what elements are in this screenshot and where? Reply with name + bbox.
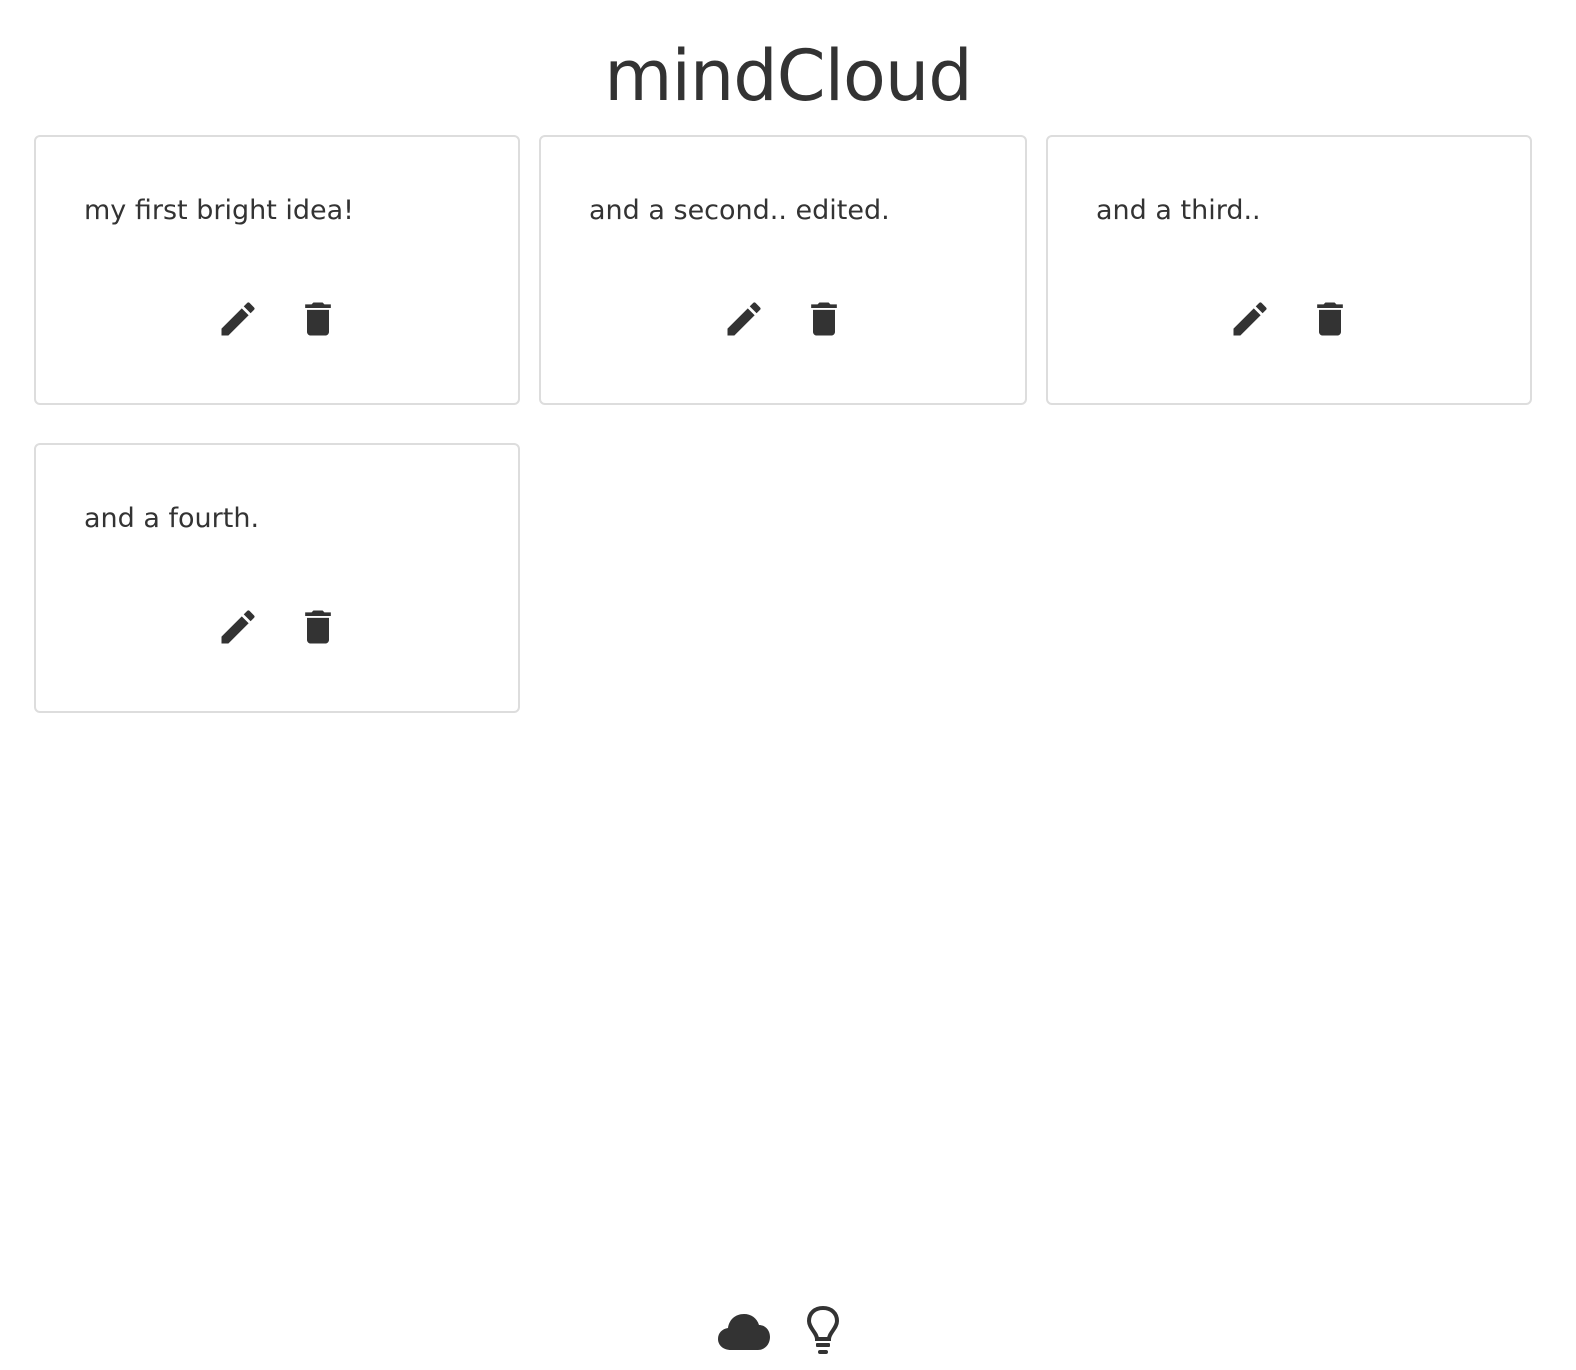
app-title: mindCloud <box>604 35 972 117</box>
page: mindCloud my first bright idea! and a se… <box>0 0 1576 1370</box>
idea-actions <box>541 297 1025 341</box>
idea-text: and a fourth. <box>84 503 260 534</box>
pencil-icon <box>1233 302 1267 336</box>
edit-button[interactable] <box>216 605 260 649</box>
idea-card: and a second.. edited. <box>539 135 1027 405</box>
pencil-icon <box>221 302 255 336</box>
trash-icon <box>305 610 331 644</box>
idea-actions <box>36 297 518 341</box>
trash-icon <box>305 302 331 336</box>
idea-card: and a fourth. <box>34 443 520 713</box>
trash-icon <box>1317 302 1343 336</box>
cloud-icon[interactable] <box>718 1312 770 1352</box>
idea-card: my first bright idea! <box>34 135 520 405</box>
pencil-icon <box>727 302 761 336</box>
edit-button[interactable] <box>722 297 766 341</box>
trash-icon <box>811 302 837 336</box>
edit-button[interactable] <box>216 297 260 341</box>
lightbulb-icon[interactable] <box>806 1305 840 1356</box>
idea-card: and a third.. <box>1046 135 1532 405</box>
pencil-icon <box>221 610 255 644</box>
delete-button[interactable] <box>296 297 340 341</box>
idea-text: and a second.. edited. <box>589 195 890 226</box>
idea-text: my first bright idea! <box>84 195 354 226</box>
idea-text: and a third.. <box>1096 195 1261 226</box>
delete-button[interactable] <box>296 605 340 649</box>
delete-button[interactable] <box>1308 297 1352 341</box>
idea-actions <box>36 605 518 649</box>
edit-button[interactable] <box>1228 297 1272 341</box>
footer <box>0 1305 1576 1356</box>
delete-button[interactable] <box>802 297 846 341</box>
idea-actions <box>1048 297 1530 341</box>
